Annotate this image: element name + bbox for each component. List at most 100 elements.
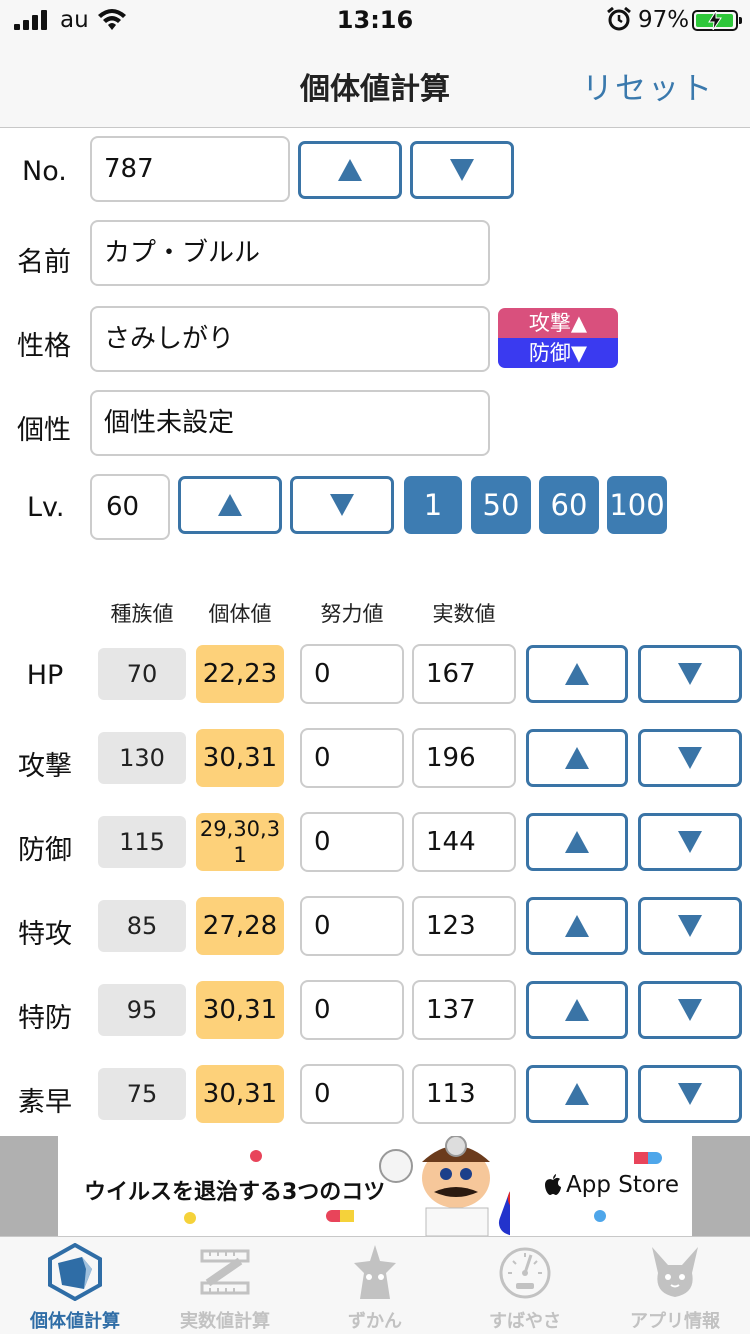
alarm-icon <box>607 6 631 31</box>
iv-value: 30,31 <box>196 1065 284 1123</box>
base-stat-header: 種族値 <box>110 602 174 626</box>
real-stat-input[interactable]: 137 <box>412 980 516 1040</box>
characteristic-input[interactable]: 個性未設定 <box>90 390 490 456</box>
ad-headline: ウイルスを退治する3つのコツ <box>84 1180 386 1205</box>
tab-label: 個体値計算 <box>30 1311 120 1332</box>
ev-input[interactable]: 0 <box>300 980 404 1040</box>
ad-banner[interactable]: ウイルスを退治する3つのコツ App Store <box>58 1136 692 1236</box>
base-stat-value: 130 <box>98 732 186 784</box>
triangle-down-icon <box>330 494 354 516</box>
nature-label: 性格 <box>17 331 71 362</box>
apple-logo-icon <box>545 1174 561 1195</box>
nature-down-stat: 防御▼ <box>498 338 618 368</box>
real-stat-increment-button[interactable] <box>526 1065 628 1123</box>
real-stat-decrement-button[interactable] <box>638 645 742 703</box>
ev-input[interactable]: 0 <box>300 896 404 956</box>
tab-app-info[interactable]: アプリ情報 <box>600 1237 750 1335</box>
real-stat-input[interactable]: 167 <box>412 644 516 704</box>
real-stat-decrement-button[interactable] <box>638 813 742 871</box>
stat-label: 特攻 <box>18 919 72 950</box>
base-stat-value: 115 <box>98 816 186 868</box>
pikachu-icon <box>652 1247 698 1297</box>
status-bar: au 13:16 97% <box>0 0 750 40</box>
name-label: 名前 <box>17 247 71 278</box>
number-increment-button[interactable] <box>298 141 402 199</box>
base-stat-value: 75 <box>98 1068 186 1120</box>
ev-header: 努力値 <box>320 602 384 626</box>
triangle-down-icon <box>678 915 702 937</box>
triangle-up-icon <box>565 915 589 937</box>
battery-icon <box>692 10 742 31</box>
tab-pokedex[interactable]: ずかん <box>300 1237 450 1335</box>
real-stat-decrement-button[interactable] <box>638 981 742 1039</box>
iv-value: 27,28 <box>196 897 284 955</box>
triangle-up-icon <box>565 1083 589 1105</box>
level-input[interactable]: 60 <box>90 474 170 540</box>
tab-label: アプリ情報 <box>630 1311 720 1332</box>
base-stat-value: 85 <box>98 900 186 952</box>
ev-input[interactable]: 0 <box>300 812 404 872</box>
characteristic-label: 個性 <box>17 415 71 446</box>
doctor-character-icon <box>379 1136 510 1236</box>
iv-value: 22,23 <box>196 645 284 703</box>
battery-percentage: 97% <box>638 7 690 33</box>
triangle-down-icon <box>678 663 702 685</box>
real-stat-decrement-button[interactable] <box>638 729 742 787</box>
real-stat-input[interactable]: 123 <box>412 896 516 956</box>
iv-value: 30,31 <box>196 729 284 787</box>
level-preset-60-button[interactable]: 60 <box>539 476 599 534</box>
base-stat-value: 70 <box>98 648 186 700</box>
level-label: Lv. <box>27 492 65 523</box>
pokemon-icon <box>354 1245 396 1299</box>
triangle-up-icon <box>218 494 242 516</box>
reset-button[interactable]: リセット <box>582 63 714 108</box>
real-stat-input[interactable]: 196 <box>412 728 516 788</box>
level-preset-1-button[interactable]: 1 <box>404 476 462 534</box>
triangle-down-icon <box>678 831 702 853</box>
base-stat-value: 95 <box>98 984 186 1036</box>
ev-input[interactable]: 0 <box>300 644 404 704</box>
level-preset-100-button[interactable]: 100 <box>607 476 667 534</box>
hexagon-icon <box>48 1243 102 1301</box>
real-stat-increment-button[interactable] <box>526 729 628 787</box>
number-label: No. <box>22 156 67 187</box>
triangle-up-icon <box>565 999 589 1021</box>
tab-speed[interactable]: すばやさ <box>450 1237 600 1335</box>
speedometer-icon <box>499 1247 551 1299</box>
tab-real-stat-calc[interactable]: 実数値計算 <box>150 1237 300 1335</box>
triangle-up-icon <box>338 159 362 181</box>
stat-label: HP <box>26 660 64 691</box>
real-stat-increment-button[interactable] <box>526 813 628 871</box>
navigation-bar: 個体値計算 リセット <box>0 40 750 128</box>
triangle-up-icon <box>565 747 589 769</box>
real-stat-decrement-button[interactable] <box>638 897 742 955</box>
level-increment-button[interactable] <box>178 476 282 534</box>
nature-up-stat: 攻撃▲ <box>498 308 618 338</box>
real-stat-increment-button[interactable] <box>526 897 628 955</box>
tab-iv-calc[interactable]: 個体値計算 <box>0 1237 150 1335</box>
real-stat-decrement-button[interactable] <box>638 1065 742 1123</box>
level-decrement-button[interactable] <box>290 476 394 534</box>
triangle-up-icon <box>565 663 589 685</box>
real-stat-input[interactable]: 144 <box>412 812 516 872</box>
name-input[interactable]: カプ・ブルル <box>90 220 490 286</box>
ev-input[interactable]: 0 <box>300 1064 404 1124</box>
real-stat-header: 実数値 <box>432 602 496 626</box>
number-input[interactable]: 787 <box>90 136 290 202</box>
iv-value: 30,31 <box>196 981 284 1039</box>
tab-label: すばやさ <box>489 1311 561 1332</box>
level-preset-50-button[interactable]: 50 <box>471 476 531 534</box>
number-decrement-button[interactable] <box>410 141 514 199</box>
nature-input[interactable]: さみしがり <box>90 306 490 372</box>
triangle-up-icon <box>565 831 589 853</box>
triangle-down-icon <box>678 747 702 769</box>
triangle-down-icon <box>678 999 702 1021</box>
ruler-icon <box>200 1249 250 1295</box>
real-stat-increment-button[interactable] <box>526 981 628 1039</box>
triangle-down-icon <box>450 159 474 181</box>
real-stat-increment-button[interactable] <box>526 645 628 703</box>
real-stat-input[interactable]: 113 <box>412 1064 516 1124</box>
stat-label: 防御 <box>18 835 72 866</box>
tab-label: 実数値計算 <box>180 1311 270 1332</box>
ev-input[interactable]: 0 <box>300 728 404 788</box>
